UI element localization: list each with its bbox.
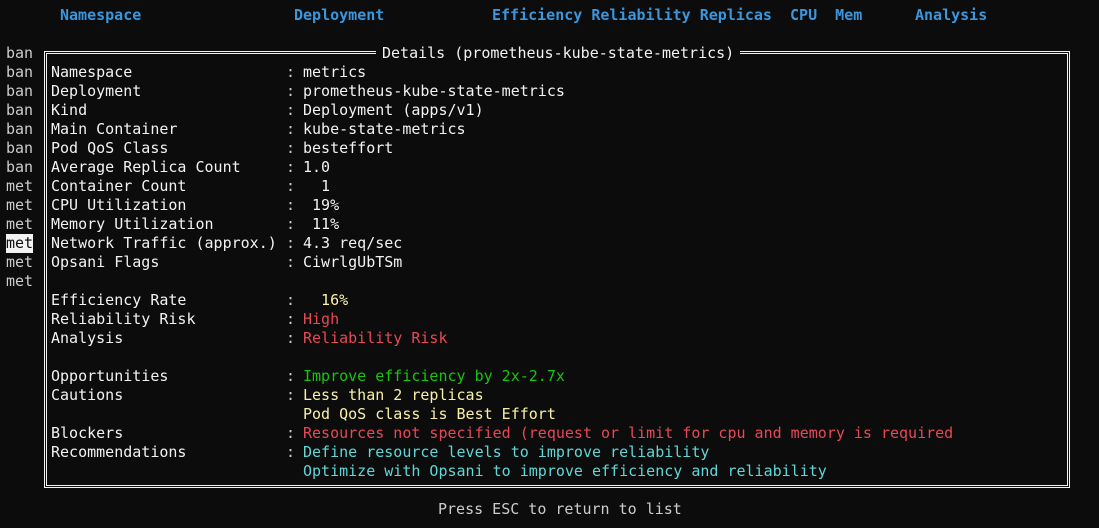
frame-divider bbox=[44, 215, 47, 234]
frame-divider bbox=[44, 310, 47, 329]
detail-separator: : bbox=[286, 63, 296, 81]
list-item[interactable]: ban bbox=[6, 101, 33, 120]
list-item[interactable]: met bbox=[6, 272, 33, 291]
detail-label: Recommendations bbox=[51, 443, 187, 461]
frame-divider bbox=[44, 82, 47, 101]
detail-separator: : bbox=[286, 367, 296, 385]
detail-label: Memory Utilization bbox=[51, 215, 214, 233]
detail-label: Deployment bbox=[51, 82, 142, 100]
frame-divider bbox=[44, 63, 47, 82]
detail-separator: : bbox=[286, 139, 296, 157]
frame-divider bbox=[44, 234, 47, 253]
detail-label: Efficiency Rate bbox=[51, 291, 187, 309]
detail-value: 4.3 req/sec bbox=[303, 234, 403, 252]
detail-value: 11% bbox=[303, 215, 340, 233]
detail-label: CPU Utilization bbox=[51, 196, 187, 214]
detail-value: Pod QoS class is Best Effort bbox=[303, 405, 556, 423]
detail-separator: : bbox=[286, 215, 296, 233]
footer-hint: Press ESC to return to list bbox=[438, 500, 682, 518]
detail-value: Optimize with Opsani to improve efficien… bbox=[303, 462, 827, 480]
detail-label: Opportunities bbox=[51, 367, 169, 385]
column-header-deployment[interactable]: Deployment bbox=[294, 6, 384, 25]
detail-value: Resources not specified (request or limi… bbox=[303, 424, 954, 442]
detail-label: Blockers bbox=[51, 424, 124, 442]
list-item[interactable]: ban bbox=[6, 158, 33, 177]
frame-divider bbox=[44, 177, 47, 196]
frame-divider bbox=[44, 405, 47, 424]
detail-separator: : bbox=[286, 424, 296, 442]
frame-divider bbox=[44, 291, 47, 310]
detail-label: Cautions bbox=[51, 386, 124, 404]
frame-divider bbox=[44, 424, 47, 443]
detail-separator: : bbox=[286, 196, 296, 214]
frame-divider bbox=[44, 158, 47, 177]
detail-label: Namespace bbox=[51, 63, 133, 81]
detail-separator: : bbox=[286, 329, 296, 347]
detail-label: Network Traffic (approx.) bbox=[51, 234, 277, 252]
list-item[interactable]: ban bbox=[6, 120, 33, 139]
detail-label: Analysis bbox=[51, 329, 124, 347]
list-item[interactable]: met bbox=[6, 215, 33, 234]
detail-value: Improve efficiency by 2x-2.7x bbox=[303, 367, 565, 385]
frame-divider bbox=[44, 443, 47, 462]
detail-label: Pod QoS Class bbox=[51, 139, 169, 157]
column-header-namespace[interactable]: Namespace bbox=[60, 6, 141, 25]
detail-separator: : bbox=[286, 291, 296, 309]
detail-label: Container Count bbox=[51, 177, 187, 195]
detail-value: 19% bbox=[303, 196, 340, 214]
detail-separator: : bbox=[286, 82, 296, 100]
list-item[interactable]: met bbox=[6, 253, 33, 272]
detail-separator: : bbox=[286, 120, 296, 138]
column-header-analysis[interactable]: Analysis bbox=[915, 6, 987, 25]
detail-value: High bbox=[303, 310, 340, 328]
frame-divider bbox=[44, 272, 47, 291]
details-title: Details (prometheus-kube-state-metrics) bbox=[376, 44, 741, 63]
detail-label: Kind bbox=[51, 101, 88, 119]
detail-separator: : bbox=[286, 310, 296, 328]
detail-value: Reliability Risk bbox=[303, 329, 448, 347]
list-item[interactable]: met bbox=[6, 196, 33, 215]
detail-value: metrics bbox=[303, 63, 367, 81]
column-header-metrics[interactable]: Efficiency Reliability Replicas CPU Mem bbox=[492, 6, 862, 25]
detail-label: Average Replica Count bbox=[51, 158, 241, 176]
list-item-selected[interactable]: met bbox=[6, 234, 34, 253]
list-item[interactable]: ban bbox=[6, 63, 33, 82]
details-frame bbox=[44, 51, 1070, 488]
detail-value: CiwrlgUbTSm bbox=[303, 253, 403, 271]
list-item[interactable]: ban bbox=[6, 139, 33, 158]
detail-label: Main Container bbox=[51, 120, 178, 138]
detail-separator: : bbox=[286, 101, 296, 119]
detail-separator: : bbox=[286, 158, 296, 176]
detail-value: 1 bbox=[303, 177, 331, 195]
detail-separator: : bbox=[286, 386, 296, 404]
frame-divider bbox=[44, 367, 47, 386]
frame-divider bbox=[44, 348, 47, 367]
frame-divider bbox=[44, 196, 47, 215]
detail-separator: : bbox=[286, 443, 296, 461]
detail-value: 16% bbox=[303, 291, 349, 309]
list-item[interactable]: met bbox=[6, 177, 33, 196]
frame-divider bbox=[44, 253, 47, 272]
detail-value: 1.0 bbox=[303, 158, 331, 176]
frame-divider bbox=[44, 139, 47, 158]
detail-label: Reliability Risk bbox=[51, 310, 196, 328]
detail-value: prometheus-kube-state-metrics bbox=[303, 82, 565, 100]
detail-value: Deployment (apps/v1) bbox=[303, 101, 484, 119]
detail-value: kube-state-metrics bbox=[303, 120, 466, 138]
frame-divider bbox=[44, 462, 47, 481]
frame-divider bbox=[44, 329, 47, 348]
detail-value: Less than 2 replicas bbox=[303, 386, 484, 404]
frame-divider bbox=[44, 101, 47, 120]
list-item[interactable]: ban bbox=[6, 82, 33, 101]
detail-label: Opsani Flags bbox=[51, 253, 160, 271]
detail-value: Define resource levels to improve reliab… bbox=[303, 443, 710, 461]
detail-separator: : bbox=[286, 177, 296, 195]
list-item[interactable]: ban bbox=[6, 44, 33, 63]
detail-value: besteffort bbox=[303, 139, 394, 157]
frame-divider bbox=[44, 120, 47, 139]
detail-separator: : bbox=[286, 253, 296, 271]
frame-divider bbox=[44, 386, 47, 405]
detail-separator: : bbox=[286, 234, 296, 252]
